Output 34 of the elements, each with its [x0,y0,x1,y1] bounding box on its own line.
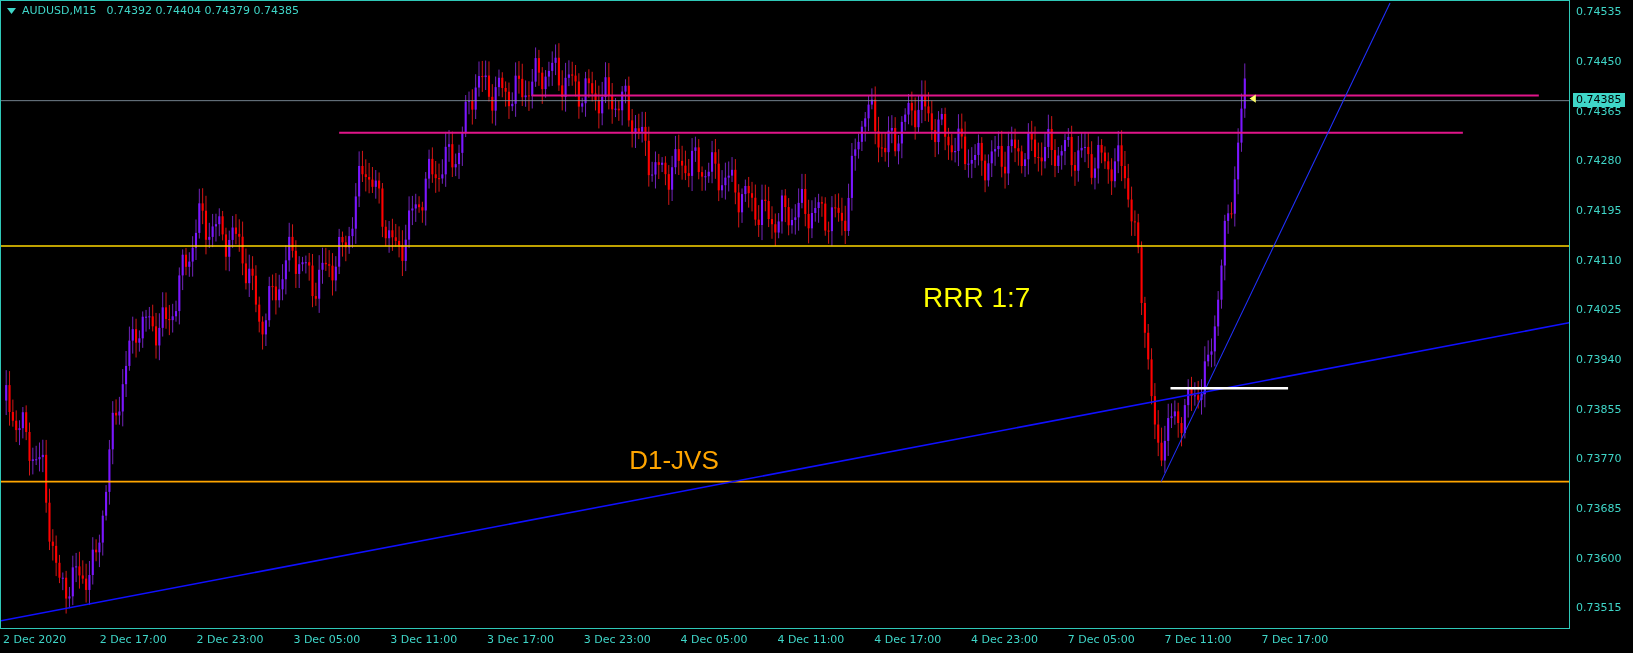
time-label: 2 Dec 17:00 [99,633,167,647]
time-label: 4 Dec 05:00 [680,633,748,647]
current-price-badge: 0.74385 [1573,92,1625,107]
time-label: 3 Dec 11:00 [390,633,458,647]
price-marker-icon [1249,94,1256,103]
price-label: 0.74365 [1576,104,1622,119]
time-label: 4 Dec 23:00 [971,633,1038,647]
price-quote: 0.74392 0.74404 0.74379 0.74385 [106,4,299,17]
symbol-label: AUDUSD,M15 [22,4,97,17]
time-label: 7 Dec 05:00 [1067,633,1135,647]
price-label: 0.74025 [1576,303,1622,318]
price-label: 0.73600 [1576,551,1622,566]
price-label: 0.73855 [1576,402,1622,417]
time-label: 7 Dec 11:00 [1164,633,1232,647]
time-label: 3 Dec 05:00 [293,633,361,647]
price-label: 0.74535 [1576,5,1622,20]
dropdown-icon[interactable] [7,7,16,14]
price-label: 0.74110 [1576,253,1622,268]
price-label: 0.74280 [1576,154,1622,169]
time-label: 2 Dec 23:00 [196,633,264,647]
price-label: 0.74450 [1576,55,1622,70]
time-label: 3 Dec 17:00 [487,633,554,647]
price-label: 0.74195 [1576,204,1622,219]
chart-annotation: RRR 1:7 [923,284,1031,313]
time-label: 2 Dec 2020 [3,633,67,647]
price-label: 0.73940 [1576,352,1622,367]
price-label: 0.73515 [1576,601,1622,616]
time-label: 7 Dec 17:00 [1261,633,1329,647]
chart-annotation: D1-JVS [629,446,719,473]
price-label: 0.73685 [1576,501,1622,516]
time-label: 4 Dec 17:00 [874,633,942,647]
time-label: 3 Dec 23:00 [583,633,651,647]
price-label: 0.73770 [1576,452,1622,467]
time-label: 4 Dec 11:00 [777,633,845,647]
